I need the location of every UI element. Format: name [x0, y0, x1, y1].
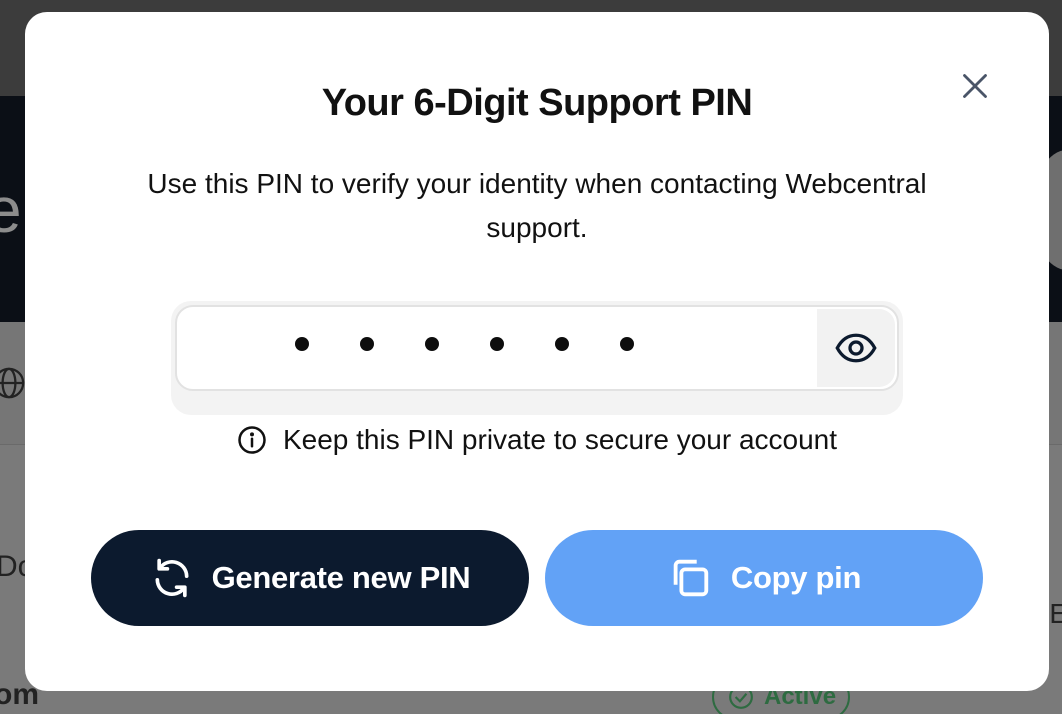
pin-masked-digits: [295, 337, 634, 351]
pin-hint: Keep this PIN private to secure your acc…: [25, 424, 1049, 456]
generate-new-pin-button[interactable]: Generate new PIN: [91, 530, 529, 626]
pin-hint-text: Keep this PIN private to secure your acc…: [282, 424, 838, 455]
copy-pin-label: Copy pin: [730, 560, 862, 595]
info-icon: [238, 426, 266, 454]
generate-new-pin-label: Generate new PIN: [211, 560, 471, 595]
support-pin-modal: Your 6-Digit Support PIN Use this PIN to…: [25, 12, 1049, 691]
toggle-pin-visibility-button[interactable]: [817, 309, 895, 387]
pin-field[interactable]: [175, 305, 899, 391]
background-hero-text: e: [0, 174, 22, 246]
modal-description: Use this PIN to verify your identity whe…: [147, 168, 927, 243]
pin-dot: [295, 337, 309, 351]
refresh-icon: [155, 558, 189, 598]
pin-dot: [620, 337, 634, 351]
pin-dot: [360, 337, 374, 351]
modal-title: Your 6-Digit Support PIN: [321, 82, 753, 124]
background-text: E: [1049, 598, 1062, 629]
pin-dot: [555, 337, 569, 351]
globe-icon: [0, 367, 25, 399]
pin-dot: [490, 337, 504, 351]
copy-pin-button[interactable]: Copy pin: [545, 530, 983, 626]
eye-icon: [835, 333, 877, 363]
copy-icon: [673, 559, 709, 597]
pin-dot: [425, 337, 439, 351]
